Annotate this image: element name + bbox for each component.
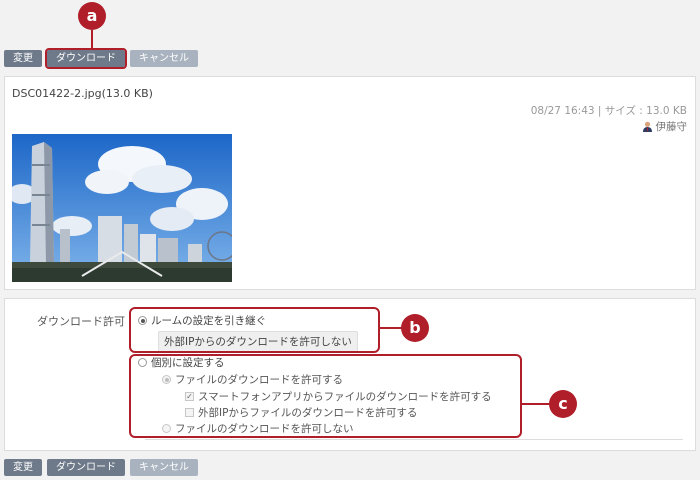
file-preview-image[interactable] (12, 134, 232, 282)
user-avatar-icon (642, 121, 652, 132)
download-button[interactable]: ダウンロード (45, 48, 127, 69)
callout-badge-a: a (78, 2, 106, 30)
change-button[interactable]: 変更 (4, 50, 42, 67)
callout-connector-a (91, 30, 93, 48)
callout-box-c (129, 354, 522, 438)
callout-connector-b (380, 327, 402, 329)
cancel-button-bottom[interactable]: キャンセル (130, 459, 198, 476)
section-divider (145, 439, 683, 440)
bottom-toolbar: 変更 ダウンロード キャンセル (4, 459, 198, 476)
file-name: DSC01422-2.jpg(13.0 KB) (12, 87, 153, 100)
cancel-button[interactable]: キャンセル (130, 50, 198, 67)
file-author: 伊藤守 (642, 119, 688, 134)
top-toolbar: 変更 ダウンロード キャンセル (4, 48, 198, 69)
author-name: 伊藤守 (655, 121, 688, 133)
callout-box-b (129, 307, 380, 353)
download-button-bottom[interactable]: ダウンロード (47, 459, 125, 476)
download-permission-label: ダウンロード許可 : (37, 315, 133, 328)
file-panel: DSC01422-2.jpg(13.0 KB) 08/27 16:43 | サイ… (4, 76, 696, 290)
change-button-bottom[interactable]: 変更 (4, 459, 42, 476)
callout-badge-c: c (549, 390, 577, 418)
callout-connector-c (522, 403, 550, 405)
callout-badge-b: b (401, 314, 429, 342)
file-meta: 08/27 16:43 | サイズ : 13.0 KB (530, 105, 687, 117)
